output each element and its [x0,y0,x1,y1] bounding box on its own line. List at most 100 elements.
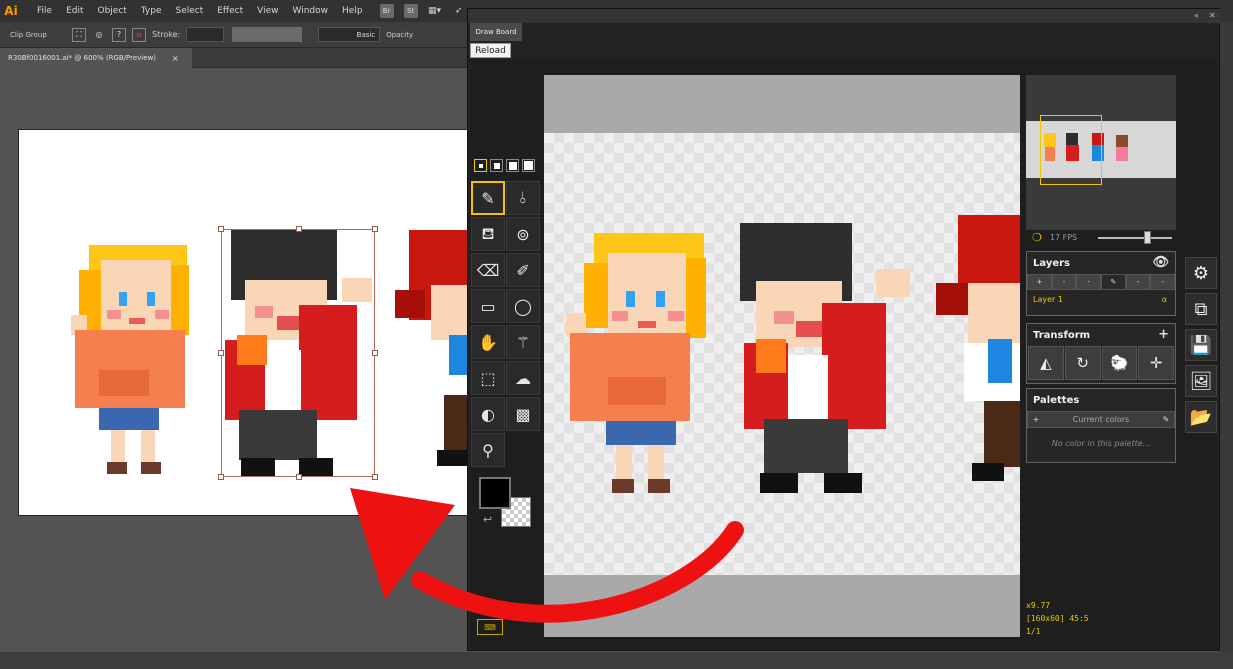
pencil-tool-icon[interactable]: ✎ [471,181,505,215]
rectangle-tool-icon[interactable]: ▭ [471,289,505,323]
dither-tool-icon[interactable]: ▩ [506,397,540,431]
same-color-bucket-icon[interactable]: ⊚ [506,217,540,251]
menu-type[interactable]: Type [134,6,169,16]
center-align-icon[interactable]: ✛ [1138,346,1174,380]
paint-bucket-icon[interactable]: ⛾ [471,217,505,251]
resize-handle-bm[interactable] [296,474,302,480]
transform-add-icon[interactable]: + [1158,327,1169,342]
variable-width-select[interactable] [232,27,303,42]
add-layer-button[interactable]: + [1027,274,1052,290]
fill-swatch[interactable]: ? [112,27,126,42]
stroke-swatch-icon[interactable]: ⧄ [132,27,146,42]
layers-section: Layers 👁 + - - ✎ - - Layer 1 α [1026,251,1176,316]
pen-size-1[interactable] [474,159,487,172]
animation-preview[interactable] [1026,75,1176,230]
rename-layer-button[interactable]: ✎ [1101,274,1126,290]
lasso-select-icon[interactable]: ☁ [506,361,540,395]
isolate-group-icon[interactable]: ⛶ [72,27,86,42]
vertical-mirror-pen-icon[interactable]: ⫰ [506,181,540,215]
resize-handle-tm[interactable] [296,226,302,232]
panel-titlebar[interactable] [468,9,1221,23]
stroke-tool-icon[interactable]: ✐ [506,253,540,287]
transform-title-text: Transform [1033,329,1091,341]
pen-size-3[interactable] [506,159,519,172]
close-tab-icon[interactable]: × [172,54,179,63]
stroke-label: Stroke: [152,30,181,39]
resize-handle-ml[interactable] [218,350,224,356]
target-icon[interactable]: ◎ [92,28,106,42]
palette-select[interactable]: + Current colors ✎ [1027,411,1175,428]
palette-selected[interactable]: Current colors [1044,415,1158,424]
selection-type-label: Clip Group [10,30,47,39]
keyboard-shortcuts-icon[interactable]: ⌨ [477,619,503,635]
menu-object[interactable]: Object [91,6,134,16]
rect-select-icon[interactable]: ⬚ [471,361,505,395]
save-icon[interactable]: 💾 [1185,329,1217,361]
lighten-tool-icon[interactable]: ◐ [471,397,505,431]
menu-view[interactable]: View [250,6,285,16]
frame-counter: 1/1 [1026,627,1041,636]
canvas-dimensions: [160x60] 45:5 [1026,614,1089,623]
collapse-panel-icon[interactable]: « [1194,11,1199,20]
menu-effect[interactable]: Effect [210,6,250,16]
pen-size-2[interactable] [490,159,503,172]
resize-handle-tr[interactable] [372,226,378,232]
resize-handle-br[interactable] [372,474,378,480]
bridge-button[interactable]: Br [379,4,394,18]
resize-handle-tl[interactable] [218,226,224,232]
clone-sheep-icon[interactable]: 🐑 [1101,346,1138,380]
stock-button[interactable]: St [403,4,418,18]
drawing-canvas[interactable] [544,75,1020,637]
artboard[interactable] [18,129,470,516]
menu-select[interactable]: Select [168,6,210,16]
rotate-icon[interactable]: ↻ [1064,346,1101,380]
primary-color-swatch[interactable] [479,477,511,509]
settings-gear-icon[interactable]: ⚙ [1185,257,1217,289]
resize-handle-mr[interactable] [372,350,378,356]
fps-slider-track[interactable] [1098,237,1172,239]
canvas-transparent-area[interactable] [544,133,1020,575]
layer-opacity-icon[interactable]: α [1162,295,1167,304]
reload-button[interactable]: Reload [470,43,511,58]
layer-visibility-icon[interactable]: 👁 [1152,255,1169,270]
menu-help[interactable]: Help [335,6,370,16]
layer-button-5[interactable]: - [1125,274,1151,290]
stroke-weight-input[interactable] [186,27,225,42]
resize-handle-bl[interactable] [218,474,224,480]
eyedropper-tool-icon[interactable]: ⚲ [471,433,505,467]
magic-wand-icon[interactable]: ⚚ [506,325,540,359]
onion-skin-icon[interactable]: ❍ [1032,231,1042,244]
fps-slider-handle[interactable] [1143,231,1151,244]
selection-bounding-box[interactable] [218,226,378,480]
eraser-tool-icon[interactable]: ⌫ [471,253,505,287]
edit-palette-icon[interactable]: ✎ [1158,415,1174,424]
opacity-label[interactable]: Opacity [386,31,413,39]
menu-file[interactable]: File [30,6,59,16]
open-folder-icon[interactable]: 📂 [1185,401,1217,433]
circle-tool-icon[interactable]: ◯ [506,289,540,323]
workspace-grid-icon[interactable]: ▦▾ [428,5,442,17]
close-panel-icon[interactable]: ✕ [1209,11,1216,20]
hand-tool-icon[interactable]: ✋ [471,325,505,359]
menu-edit[interactable]: Edit [59,6,90,16]
swap-colors-icon[interactable]: ↩ [483,513,492,526]
layer-button-2[interactable]: - [1051,274,1077,290]
document-tab[interactable]: R30Bf0016001.ai* @ 600% (RGB/Preview) × [0,48,192,68]
fps-label: 17 FPS [1049,232,1078,242]
draw-board-workspace: ✎ ⫰ ⛾ ⊚ ⌫ ✐ ▭ ◯ ✋ ⚚ ⬚ ☁ ◐ ▩ ⚲ ↩ ⌨ ❍ 17 F… [470,59,1217,649]
pen-size-4[interactable] [522,159,535,172]
preview-viewport-frame[interactable] [1040,115,1102,185]
layer-button-6[interactable]: - [1150,274,1176,290]
document-tab-bar: R30Bf0016001.ai* @ 600% (RGB/Preview) × [0,48,470,68]
add-palette-icon[interactable]: + [1028,415,1044,424]
brush-select[interactable]: Basic [318,27,381,42]
layer-button-3[interactable]: - [1076,274,1102,290]
gpu-performance-icon[interactable]: ➶ [452,5,466,17]
flip-horizontal-icon[interactable]: ◭ [1028,346,1064,380]
vertical-scrollbar[interactable] [1220,22,1233,652]
export-image-icon[interactable]: 🖼 [1185,365,1217,397]
resize-canvas-icon[interactable]: ⧉ [1185,293,1217,325]
menu-window[interactable]: Window [286,6,336,16]
layer-item[interactable]: Layer 1 α [1027,290,1175,308]
draw-board-tab[interactable]: Draw Board [470,23,522,41]
